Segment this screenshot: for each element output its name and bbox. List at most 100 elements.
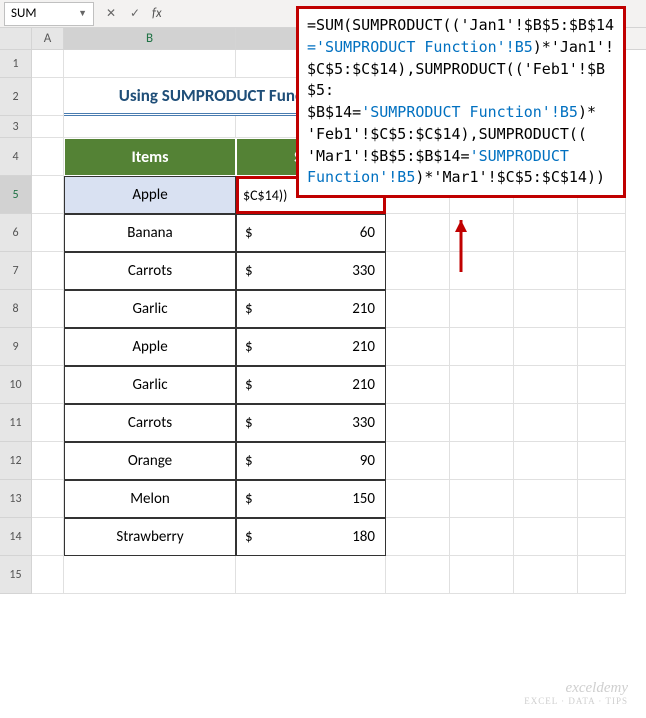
cell[interactable] [450,404,514,442]
table-row-item[interactable]: Melon [64,480,236,518]
row-header[interactable]: 9 [0,328,32,366]
row-header[interactable]: 3 [0,116,32,138]
cell[interactable] [386,518,450,556]
table-row-item[interactable]: Banana [64,214,236,252]
row-header[interactable]: 14 [0,518,32,556]
cell[interactable] [514,366,578,404]
table-row-sales[interactable]: $150 [236,480,386,518]
cell[interactable] [450,518,514,556]
table-row-item[interactable]: Carrots [64,252,236,290]
cell[interactable] [32,214,64,252]
cell[interactable] [450,366,514,404]
row-header[interactable]: 6 [0,214,32,252]
cell[interactable] [578,214,626,252]
confirm-icon[interactable]: ✓ [126,5,144,23]
cell[interactable] [32,442,64,480]
col-header-a[interactable]: A [32,28,64,49]
cell[interactable] [64,50,236,78]
table-row-sales[interactable]: $180 [236,518,386,556]
row-header[interactable]: 1 [0,50,32,78]
cell[interactable] [32,50,64,78]
cell[interactable] [514,328,578,366]
cell[interactable] [32,328,64,366]
cell[interactable] [64,556,236,594]
table-row-sales[interactable]: $210 [236,290,386,328]
cell[interactable] [386,404,450,442]
select-all-corner[interactable] [0,28,32,49]
cell[interactable] [32,404,64,442]
table-row-sales[interactable]: $330 [236,404,386,442]
row-header[interactable]: 15 [0,556,32,594]
row-header[interactable]: 7 [0,252,32,290]
row-header[interactable]: 11 [0,404,32,442]
cell[interactable] [514,518,578,556]
table-row-item[interactable]: Garlic [64,366,236,404]
table-row-sales[interactable]: $210 [236,366,386,404]
cell[interactable] [32,78,64,116]
cell[interactable] [32,290,64,328]
cell[interactable] [32,366,64,404]
cell[interactable] [514,214,578,252]
sales-value: 210 [352,376,375,394]
fx-icon[interactable]: fx [152,6,162,21]
cell[interactable] [386,480,450,518]
cell[interactable] [32,556,64,594]
row-header[interactable]: 13 [0,480,32,518]
row-header[interactable]: 12 [0,442,32,480]
cell[interactable] [514,480,578,518]
table-row-item[interactable]: Apple [64,176,236,214]
table-row-item[interactable]: Garlic [64,290,236,328]
col-header-b[interactable]: B [64,28,236,49]
cell[interactable] [578,556,626,594]
cell[interactable] [514,442,578,480]
cell[interactable] [514,290,578,328]
cell[interactable] [578,366,626,404]
cell[interactable] [386,328,450,366]
name-box[interactable]: SUM ▼ [4,2,94,26]
cell[interactable] [514,252,578,290]
cell[interactable] [578,328,626,366]
cell[interactable] [578,442,626,480]
table-row-item[interactable]: Carrots [64,404,236,442]
cell[interactable] [450,480,514,518]
row-header[interactable]: 10 [0,366,32,404]
cell[interactable] [32,176,64,214]
chevron-down-icon[interactable]: ▼ [78,8,87,19]
cell[interactable] [386,366,450,404]
cell[interactable] [450,290,514,328]
row-header[interactable]: 4 [0,138,32,176]
row-header[interactable]: 5 [0,176,32,214]
cell[interactable] [578,404,626,442]
cell[interactable] [386,556,450,594]
row-header[interactable]: 8 [0,290,32,328]
cell[interactable] [32,138,64,176]
cell[interactable] [450,556,514,594]
cell[interactable] [514,404,578,442]
table-row-sales[interactable]: $330 [236,252,386,290]
cell[interactable] [32,252,64,290]
table-row-sales[interactable]: $60 [236,214,386,252]
cell[interactable] [32,518,64,556]
cell[interactable] [578,480,626,518]
cell[interactable] [236,556,386,594]
cell[interactable] [514,556,578,594]
cell[interactable] [386,442,450,480]
cell[interactable] [32,116,64,138]
cell[interactable] [578,518,626,556]
cell[interactable] [450,442,514,480]
cell[interactable] [578,252,626,290]
cell[interactable] [578,290,626,328]
cell[interactable] [64,116,236,138]
cell[interactable] [386,290,450,328]
cancel-icon[interactable]: ✕ [102,5,120,23]
cell[interactable] [32,480,64,518]
table-row-sales[interactable]: $210 [236,328,386,366]
cell[interactable] [450,328,514,366]
table-row-item[interactable]: Strawberry [64,518,236,556]
table-row-item[interactable]: Orange [64,442,236,480]
cell[interactable] [386,214,450,252]
table-row-item[interactable]: Apple [64,328,236,366]
table-row-sales[interactable]: $90 [236,442,386,480]
row-header[interactable]: 2 [0,78,32,116]
cell[interactable] [386,252,450,290]
